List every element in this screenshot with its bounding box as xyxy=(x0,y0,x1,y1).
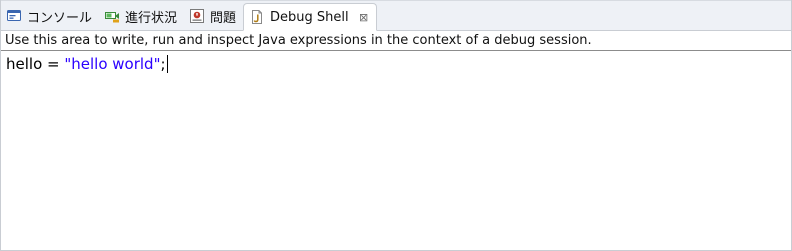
tab-console-label: コンソール xyxy=(27,10,93,26)
tab-progress[interactable]: 進行状況 xyxy=(99,1,184,31)
tab-progress-label: 進行状況 xyxy=(125,10,178,26)
problems-icon xyxy=(189,8,205,24)
code-expression: hello = xyxy=(6,55,65,73)
code-terminator: ; xyxy=(160,55,166,73)
code-string-literal: "hello world" xyxy=(64,55,161,73)
text-caret xyxy=(166,55,168,73)
debug-shell-window: コンソール 進行状況 問題 Debug Shell ⊠ Use this are… xyxy=(0,0,792,251)
tab-debug-shell-label: Debug Shell xyxy=(270,9,349,25)
progress-icon xyxy=(104,8,120,24)
java-file-icon xyxy=(249,9,265,25)
debug-shell-editor[interactable]: hello = "hello world"; xyxy=(1,51,791,250)
close-icon[interactable]: ⊠ xyxy=(358,11,370,23)
view-tab-bar: コンソール 進行状況 問題 Debug Shell ⊠ xyxy=(1,0,791,31)
tab-problems-label: 問題 xyxy=(210,10,237,26)
tab-debug-shell[interactable]: Debug Shell ⊠ xyxy=(243,3,377,31)
debug-shell-description: Use this area to write, run and inspect … xyxy=(1,31,791,51)
console-icon xyxy=(6,8,22,24)
tab-console[interactable]: コンソール xyxy=(1,1,99,31)
tab-problems[interactable]: 問題 xyxy=(184,1,243,31)
